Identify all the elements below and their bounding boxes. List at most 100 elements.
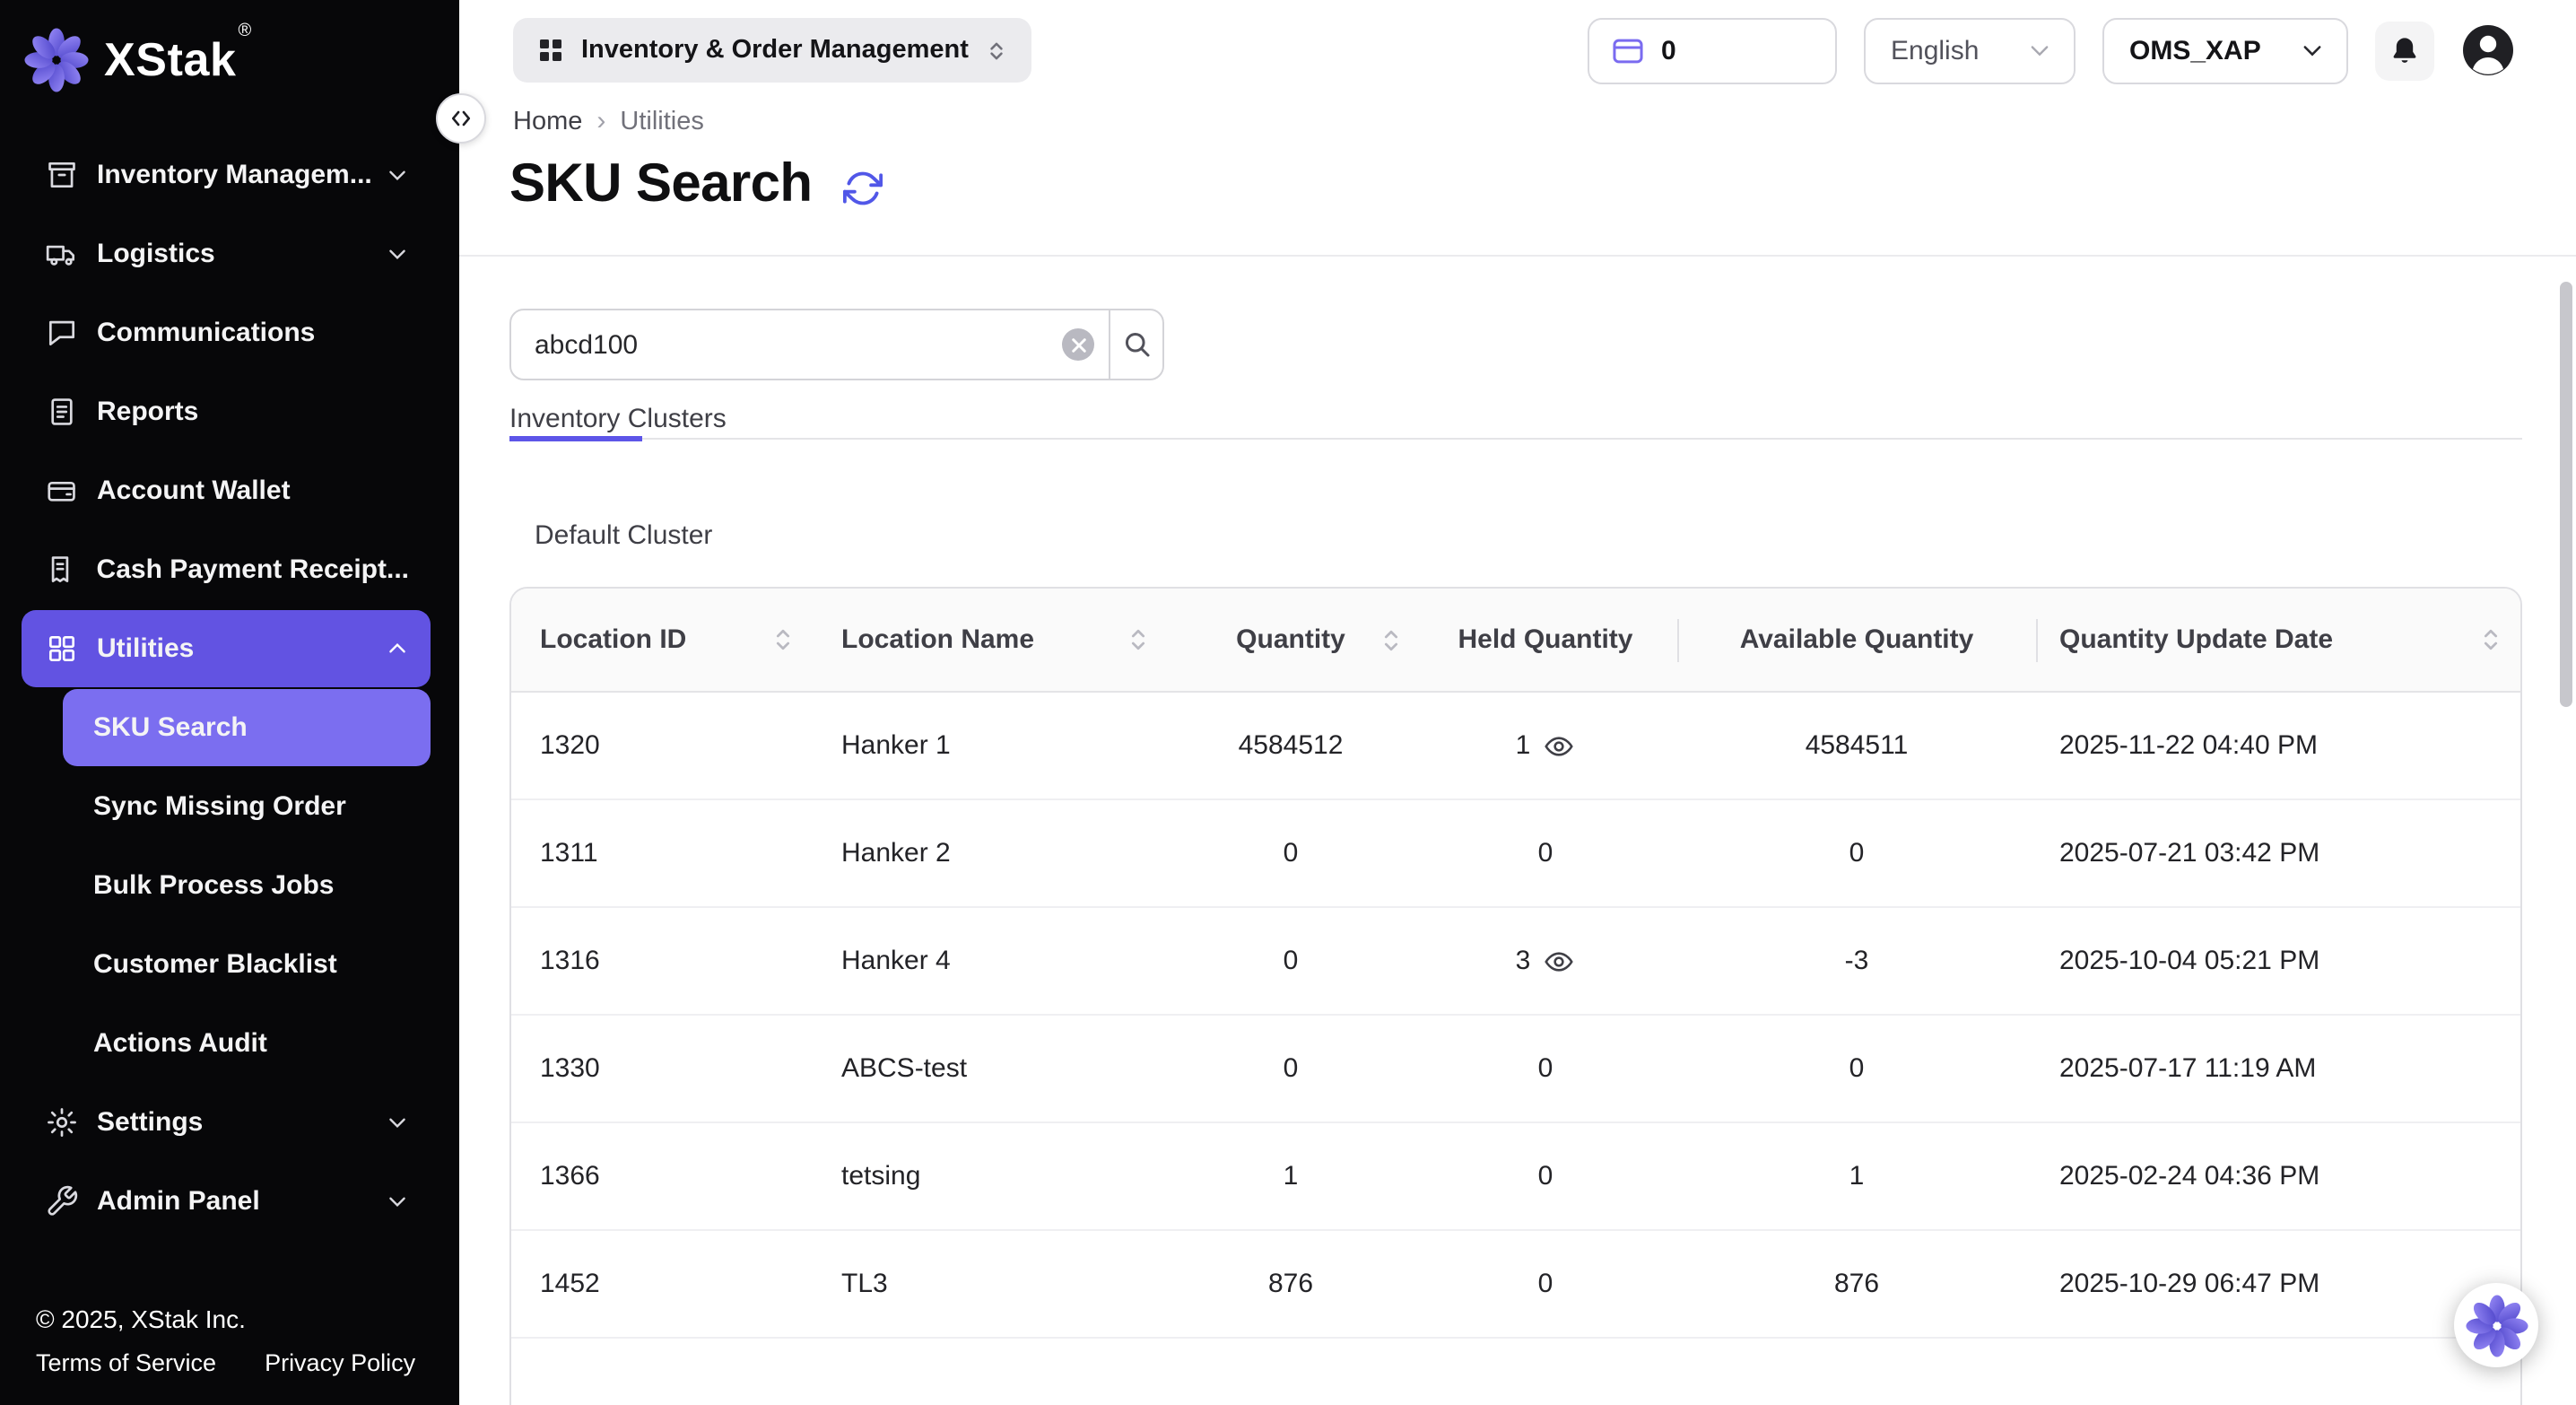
account-wallet-icon (43, 473, 79, 509)
cell-location-id: 1452 (511, 1231, 813, 1337)
inventory-icon (43, 157, 79, 193)
cash-receipt-icon (43, 552, 79, 588)
workspace-select[interactable]: OMS_XAP (2102, 17, 2348, 83)
column-header-quantity-update-date[interactable]: Quantity Update Date (2036, 589, 2520, 691)
bell-icon (2388, 33, 2422, 67)
table-row: 1316 Hanker 4 0 3 -3 2025-10-04 05:21 PM (511, 908, 2520, 1016)
sidebar-item-reports[interactable]: Reports (22, 373, 431, 450)
sidebar-item-cash-payment-receipt[interactable]: Cash Payment Receipt... (22, 531, 431, 608)
sidebar-item-label: Reports (97, 397, 198, 427)
notifications-button[interactable] (2375, 21, 2434, 80)
privacy-policy-link[interactable]: Privacy Policy (265, 1349, 415, 1376)
sidebar-subitem-customer-blacklist[interactable]: Customer Blacklist (63, 926, 431, 1003)
sidebar-subitem-bulk-process-jobs[interactable]: Bulk Process Jobs (63, 847, 431, 924)
refresh-button[interactable] (843, 169, 883, 208)
table-row: 1330 ABCS-test 0 0 0 2025-07-17 11:19 AM (511, 1016, 2520, 1123)
sidebar-item-admin-panel[interactable]: Admin Panel (22, 1163, 431, 1240)
cell-quantity-update-date: 2025-02-24 04:36 PM (2036, 1123, 2520, 1229)
sort-icon (1127, 626, 1150, 653)
refresh-icon (843, 169, 883, 208)
sidebar-item-account-wallet[interactable]: Account Wallet (22, 452, 431, 529)
sidebar-item-utilities[interactable]: Utilities (22, 610, 431, 687)
table-row: 1366 tetsing 1 0 1 2025-02-24 04:36 PM (511, 1123, 2520, 1231)
cell-held-quantity: 3 (1414, 908, 1677, 1014)
table-row: 1311 Hanker 2 0 0 0 2025-07-21 03:42 PM (511, 800, 2520, 908)
language-select[interactable]: English (1864, 17, 2076, 83)
cell-held-quantity: 0 (1414, 1231, 1677, 1337)
cell-held-quantity: 0 (1414, 1123, 1677, 1229)
utilities-grid-icon (43, 631, 79, 667)
sort-icon (1379, 626, 1403, 653)
page-header: Inventory & Order Management 0 English O… (459, 0, 2576, 257)
app-switcher[interactable]: Inventory & Order Management (513, 18, 1031, 83)
sidebar-item-label: Communications (97, 318, 315, 348)
cell-location-name: tetsing (813, 1123, 1168, 1229)
language-selected-value: English (1891, 35, 1979, 65)
page-scrollbar-thumb[interactable] (2560, 282, 2572, 707)
logistics-truck-icon (43, 236, 79, 272)
cell-available-quantity: -3 (1677, 908, 2036, 1014)
sidebar-item-inventory-management[interactable]: Inventory Managem... (22, 136, 431, 214)
sku-search-input[interactable] (509, 309, 1110, 380)
chevron-down-icon (2300, 38, 2325, 63)
cell-location-id: 1366 (511, 1123, 813, 1229)
sidebar-subitem-sync-missing-order[interactable]: Sync Missing Order (63, 768, 431, 845)
search-row (509, 309, 2522, 380)
sidebar-item-label: Utilities (97, 633, 194, 664)
table-row: 1320 Hanker 1 4584512 1 4584511 2025-11-… (511, 693, 2520, 800)
column-header-available-quantity: Available Quantity (1677, 589, 2036, 691)
column-header-quantity[interactable]: Quantity (1168, 589, 1414, 691)
sidebar-subitem-sku-search[interactable]: SKU Search (63, 689, 431, 766)
wallet-card-icon (1611, 33, 1645, 67)
chevron-up-icon (386, 637, 409, 660)
cell-quantity: 0 (1168, 1016, 1414, 1121)
cell-location-id: 1316 (511, 908, 813, 1014)
registered-mark: ® (239, 21, 252, 40)
cell-quantity-update-date: 2025-10-29 06:47 PM (2036, 1231, 2520, 1337)
inventory-table: Location ID Location Name Quantity Held … (509, 587, 2522, 1405)
chat-widget-button[interactable] (2454, 1283, 2538, 1367)
cell-location-name: ABCS-test (813, 1016, 1168, 1121)
sidebar-item-communications[interactable]: Communications (22, 294, 431, 371)
sidebar-item-label: Account Wallet (97, 476, 291, 506)
tab-inventory-clusters[interactable]: Inventory Clusters (509, 404, 727, 438)
sidebar: XStak® Inventory Managem... Logistics (0, 0, 459, 1405)
cell-location-id: 1320 (511, 693, 813, 798)
column-header-location-id[interactable]: Location ID (511, 589, 813, 691)
breadcrumb-home[interactable]: Home (513, 107, 582, 135)
admin-wrench-icon (43, 1183, 79, 1219)
search-button[interactable] (1109, 309, 1164, 380)
cell-location-name: Hanker 2 (813, 800, 1168, 906)
active-tab-indicator (509, 435, 642, 441)
chat-widget-flower-icon (2464, 1293, 2528, 1357)
user-avatar[interactable] (2461, 23, 2515, 77)
sidebar-item-label: Admin Panel (97, 1186, 260, 1217)
sidebar-collapse-button[interactable] (436, 93, 486, 144)
cell-location-name: Hanker 4 (813, 908, 1168, 1014)
breadcrumb-current: Utilities (620, 107, 703, 135)
sidebar-item-logistics[interactable]: Logistics (22, 215, 431, 292)
cell-quantity: 0 (1168, 800, 1414, 906)
cell-quantity: 4584512 (1168, 693, 1414, 798)
brand-name: XStak® (104, 31, 252, 87)
cell-held-quantity: 0 (1414, 800, 1677, 906)
sort-icon (771, 626, 795, 653)
chevron-down-icon (2027, 38, 2052, 63)
brand-logo: XStak® (0, 0, 459, 111)
breadcrumb-separator-icon: › (596, 106, 605, 136)
copyright-text: © 2025, XStak Inc. (36, 1305, 423, 1333)
cell-available-quantity: 876 (1677, 1231, 2036, 1337)
sidebar-subitem-actions-audit[interactable]: Actions Audit (63, 1005, 431, 1082)
column-header-location-name[interactable]: Location Name (813, 589, 1168, 691)
cell-location-id: 1311 (511, 800, 813, 906)
sidebar-item-settings[interactable]: Settings (22, 1084, 431, 1161)
topbar-right: 0 English OMS_XAP (1588, 17, 2515, 83)
clear-input-icon[interactable] (1062, 328, 1094, 361)
wallet-balance-button[interactable]: 0 (1588, 17, 1837, 83)
cell-quantity-update-date: 2025-11-22 04:40 PM (2036, 693, 2520, 798)
eye-icon[interactable] (1543, 729, 1575, 762)
terms-of-service-link[interactable]: Terms of Service (36, 1349, 216, 1376)
eye-icon[interactable] (1543, 945, 1575, 977)
app-root: XStak® Inventory Managem... Logistics (0, 0, 2576, 1405)
page-title: SKU Search (509, 154, 813, 216)
